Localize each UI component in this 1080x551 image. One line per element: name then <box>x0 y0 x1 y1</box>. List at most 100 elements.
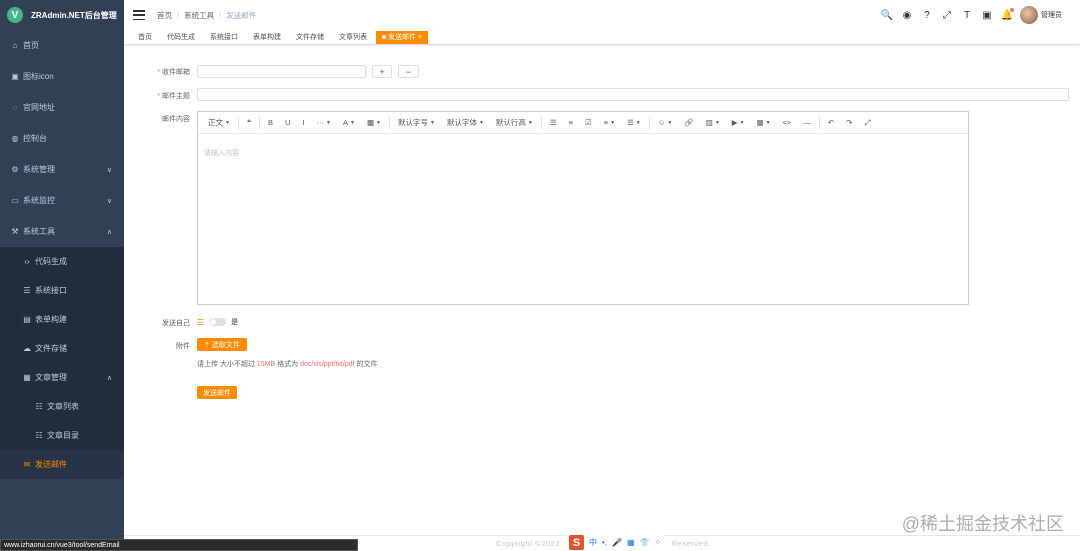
toolbar-button-17[interactable]: ☑ <box>579 112 598 134</box>
sidebar-subitem-1[interactable]: ☰ 系统接口 <box>0 276 124 305</box>
language-icon[interactable]: ▣ <box>978 6 996 24</box>
caret-icon: ▼ <box>610 119 616 126</box>
sidebar-item-label: 控制台 <box>23 134 47 143</box>
breadcrumb-home[interactable]: 首页 <box>157 10 172 21</box>
grid-icon[interactable]: ⁘ <box>655 538 662 547</box>
toolbar-button-29[interactable]: ↶ <box>822 112 840 134</box>
sidebar-item-label: 官网地址 <box>23 103 55 112</box>
subject-input[interactable] <box>197 88 1069 101</box>
toolbar-button-18[interactable]: ≡ ▼ <box>598 112 621 134</box>
sidebar-item-0[interactable]: ⌂ 首页 <box>0 30 124 61</box>
toolbar-button-22[interactable]: 🔗 <box>678 112 699 134</box>
sidebar-subitem-3[interactable]: ☁ 文件存储 <box>0 334 124 363</box>
watermark: @稀土掘金技术社区 <box>901 514 1064 534</box>
tag-form-build[interactable]: 表单构建 <box>247 30 287 44</box>
menu-icon: ⚒ <box>11 227 19 236</box>
logo[interactable]: V ZRAdmin.NET后台管理 <box>0 0 124 30</box>
toolbar-button-0[interactable]: 正文 ▼ <box>202 112 236 134</box>
ime-chinese[interactable]: 中 <box>589 537 597 548</box>
font-size-icon[interactable]: T <box>958 6 976 24</box>
toolbar-button-19[interactable]: ☰ ▼ <box>621 112 647 134</box>
breadcrumb-separator: / <box>177 9 180 19</box>
toolbar-button-2[interactable]: ❝ <box>241 112 257 134</box>
editor-placeholder[interactable]: 请输入内容 <box>204 148 239 158</box>
toolbar-button-21[interactable]: ☺ ▼ <box>652 112 679 134</box>
toolbar-button-16[interactable]: ≡ <box>563 112 579 134</box>
upload-file-button[interactable]: ⇡ 选取文件 <box>197 338 247 351</box>
close-icon[interactable]: × <box>418 34 422 41</box>
sidebar-subitem-2[interactable]: ▤ 表单构建 <box>0 305 124 334</box>
sidebar-article-item-1[interactable]: ☷ 文章目录 <box>0 421 124 450</box>
sidebar: V ZRAdmin.NET后台管理 ⌂ 首页 ▣ 图标icon ◌ 官网地址 ◍ 控制台 ⚙ 系统… <box>0 0 124 551</box>
sidebar-item-2[interactable]: ◌ 官网地址 <box>0 92 124 123</box>
toolbar-button-30[interactable]: ↷ <box>840 112 858 134</box>
caret-icon: ▼ <box>739 119 745 126</box>
microphone-icon[interactable]: 🎤 <box>612 538 622 547</box>
breadcrumb-system-tools[interactable]: 系统工具 <box>184 10 214 21</box>
username[interactable]: 管理员 <box>1041 10 1062 20</box>
sidebar-subitem-0[interactable]: ‹› 代码生成 <box>0 247 124 276</box>
toolbar-button-26[interactable]: <> <box>777 112 798 134</box>
caret-icon: ▼ <box>326 119 331 126</box>
tag-file-storage[interactable]: 文件存储 <box>290 30 330 44</box>
sidebar-item-4[interactable]: ⚙ 系统管理 ∨ <box>0 154 124 185</box>
toolbar-button-15[interactable]: ☰ <box>544 112 563 134</box>
sidebar-article-item-0[interactable]: ☷ 文章列表 <box>0 392 124 421</box>
toolbar-button-12[interactable]: 默认字体 ▼ <box>441 112 490 134</box>
help-icon[interactable]: ? <box>918 6 936 24</box>
attachment-label: 附件 <box>176 343 190 350</box>
toolbar-button-9[interactable]: ▩ ▼ <box>361 112 387 134</box>
toolbar-button-23[interactable]: ▨ ▼ <box>700 112 726 134</box>
search-icon[interactable]: 🔍 <box>878 6 896 24</box>
email-to-input[interactable] <box>197 65 366 78</box>
bell-icon[interactable]: 🔔 <box>998 6 1016 24</box>
app-title: ZRAdmin.NET后台管理 <box>31 10 117 20</box>
sidebar-item-3[interactable]: ◍ 控制台 <box>0 123 124 154</box>
ime-punct-icon[interactable]: •, <box>602 538 607 547</box>
skin-icon[interactable]: 👕 <box>640 538 650 547</box>
caret-icon: ▼ <box>635 119 641 126</box>
tag-home[interactable]: 首页 <box>132 30 158 44</box>
sidebar-subitem-4[interactable]: ▦ 文章管理 ∧ <box>0 363 124 392</box>
hamburger-icon[interactable] <box>133 10 145 20</box>
sidebar-item-label: 图标icon <box>23 72 54 81</box>
sidebar-item-send-email[interactable]: ✉ 发送邮件 <box>0 450 124 479</box>
toolbar-button-25[interactable]: ▦ ▼ <box>751 112 777 134</box>
tag-article-list[interactable]: 文章列表 <box>333 30 373 44</box>
sidebar-item-label: 系统接口 <box>35 286 67 295</box>
toolbar-button-31[interactable]: ⤢ <box>858 112 876 134</box>
sidebar-item-1[interactable]: ▣ 图标icon <box>0 61 124 92</box>
caret-icon: ▼ <box>714 119 720 126</box>
remove-email-button[interactable]: − <box>398 65 419 78</box>
sidebar-item-label: 发送邮件 <box>35 460 67 469</box>
send-email-button[interactable]: 发送邮件 <box>197 386 237 399</box>
caret-icon: ▼ <box>667 119 673 126</box>
menu-icon: ◌ <box>12 103 18 112</box>
toolbar-button-8[interactable]: A ▼ <box>337 112 361 134</box>
sidebar-item-6[interactable]: ⚒ 系统工具 ∧ <box>0 216 124 247</box>
github-icon[interactable]: ◉ <box>898 6 916 24</box>
toolbar-button-27[interactable]: ― <box>797 112 817 134</box>
tag-api[interactable]: 系统接口 <box>204 30 244 44</box>
toolbar-button-5[interactable]: U <box>279 112 296 134</box>
copyright: Copyright ©2022 <box>495 539 560 548</box>
sidebar-item-5[interactable]: ▭ 系统监控 ∨ <box>0 185 124 216</box>
sogou-icon[interactable]: S <box>569 535 584 550</box>
toolbar-button-11[interactable]: 默认字号 ▼ <box>392 112 441 134</box>
fullscreen-icon[interactable]: ⤢ <box>938 6 956 24</box>
chevron-icon: ∨ <box>106 166 112 174</box>
menu-icon: ☷ <box>35 431 43 440</box>
avatar[interactable] <box>1020 6 1038 24</box>
toolbar-button-24[interactable]: ▶ ▼ <box>726 112 751 134</box>
toolbar-button-13[interactable]: 默认行高 ▼ <box>490 112 539 134</box>
sidebar-item-label: 文章管理 <box>35 373 67 382</box>
tag-code-gen[interactable]: 代码生成 <box>161 30 201 44</box>
toolbar-button-4[interactable]: B <box>262 112 279 134</box>
send-self-switch[interactable] <box>209 318 227 326</box>
tag-send-email[interactable]: 发送邮件 × <box>376 30 429 44</box>
add-email-button[interactable]: + <box>372 65 392 78</box>
keyboard-icon[interactable]: ▦ <box>627 538 635 547</box>
toolbar-button-6[interactable]: I <box>296 112 310 134</box>
toolbar-button-7[interactable]: ··· ▼ <box>311 112 337 134</box>
editor-toolbar: 正文 ▼ ❝ B U I ··· ▼ A ▼ ▩ ▼ 默认字号 ▼ 默认字体 ▼ 默认行高 ▼ ☰ ≡ ☑ ≡ ▼ ☰ ▼ ☺ ▼ 🔗… <box>198 112 968 134</box>
